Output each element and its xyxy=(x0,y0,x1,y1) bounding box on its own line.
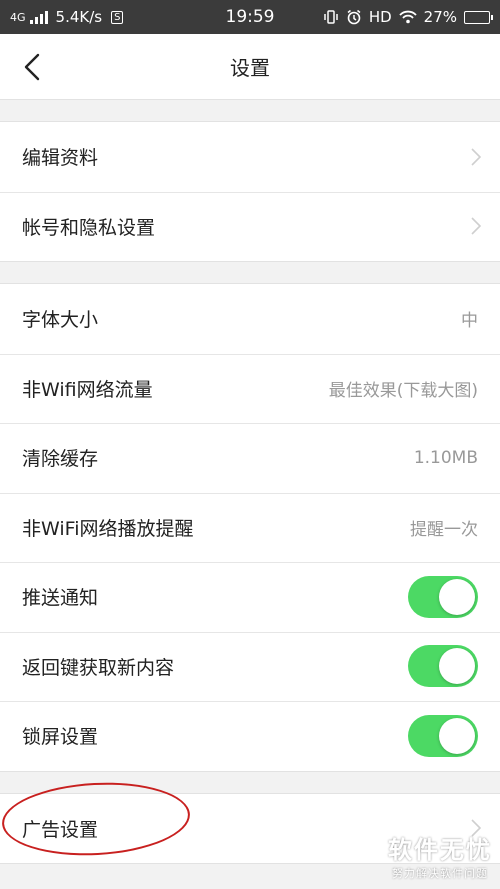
push-notification-label: 推送通知 xyxy=(22,587,99,610)
back-button[interactable] xyxy=(16,51,48,83)
clear-cache-row[interactable]: 清除缓存 1.10MB xyxy=(0,423,500,493)
edit-profile-label: 编辑资料 xyxy=(22,147,99,170)
non-wifi-traffic-label: 非Wifi网络流量 xyxy=(22,378,153,401)
account-privacy-row[interactable]: 帐号和隐私设置 xyxy=(0,191,500,262)
push-notification-row: 推送通知 xyxy=(0,562,500,632)
toggle-knob xyxy=(439,717,475,754)
ad-settings-label: 广告设置 xyxy=(22,818,99,841)
non-wifi-traffic-row[interactable]: 非Wifi网络流量 最佳效果(下载大图) xyxy=(0,353,500,424)
font-size-value: 中 xyxy=(461,311,478,332)
chevron-right-icon xyxy=(470,216,482,236)
clear-cache-label: 清除缓存 xyxy=(22,448,99,471)
status-right: HD 27% xyxy=(323,8,493,26)
lock-screen-toggle[interactable] xyxy=(408,714,478,757)
section-gap xyxy=(0,100,500,122)
status-left: 4G 5.4K/s S xyxy=(10,8,124,26)
back-refresh-row: 返回键获取新内容 xyxy=(0,631,500,702)
status-bar: 4G 5.4K/s S 19:59 HD 27% xyxy=(0,0,500,34)
non-wifi-traffic-value: 最佳效果(下载大图) xyxy=(328,380,478,401)
non-wifi-play-label: 非WiFi网络播放提醒 xyxy=(22,517,194,540)
font-size-label: 字体大小 xyxy=(22,309,99,332)
page-title: 设置 xyxy=(230,56,270,80)
battery-percent: 27% xyxy=(423,8,457,26)
account-section: 编辑资料 帐号和隐私设置 xyxy=(0,122,500,262)
nav-bar: 设置 xyxy=(0,34,500,100)
wifi-icon xyxy=(399,10,417,24)
account-privacy-label: 帐号和隐私设置 xyxy=(22,216,156,239)
watermark-logo: 软件无忧 努力解决软件问题 xyxy=(388,830,492,881)
network-type: 4G xyxy=(10,10,26,24)
sim-badge: S xyxy=(111,10,124,24)
general-section: 字体大小 中 非Wifi网络流量 最佳效果(下载大图) 清除缓存 1.10MB … xyxy=(0,284,500,772)
non-wifi-play-value: 提醒一次 xyxy=(410,519,478,540)
vibrate-icon xyxy=(324,10,338,24)
toggle-knob xyxy=(439,648,475,685)
section-gap xyxy=(0,771,500,794)
lock-screen-row: 锁屏设置 xyxy=(0,701,500,771)
back-refresh-label: 返回键获取新内容 xyxy=(22,656,175,679)
hd-label: HD xyxy=(368,8,392,26)
back-refresh-toggle[interactable] xyxy=(408,645,478,688)
font-size-row[interactable]: 字体大小 中 xyxy=(0,284,500,354)
toggle-knob xyxy=(439,578,475,615)
edit-profile-row[interactable]: 编辑资料 xyxy=(0,122,500,192)
network-speed: 5.4K/s xyxy=(55,8,103,26)
cache-size-value: 1.10MB xyxy=(413,447,478,468)
lock-screen-label: 锁屏设置 xyxy=(22,726,99,749)
watermark-title: 软件无忧 xyxy=(388,836,492,864)
section-gap xyxy=(0,262,500,284)
non-wifi-play-row[interactable]: 非WiFi网络播放提醒 提醒一次 xyxy=(0,492,500,563)
alarm-icon xyxy=(347,9,361,25)
watermark-subtitle: 努力解决软件问题 xyxy=(392,867,488,880)
battery-icon xyxy=(464,10,493,24)
chevron-right-icon xyxy=(470,147,482,167)
signal-icon xyxy=(29,10,48,24)
push-notification-toggle[interactable] xyxy=(408,575,478,618)
chevron-left-icon xyxy=(24,53,40,81)
